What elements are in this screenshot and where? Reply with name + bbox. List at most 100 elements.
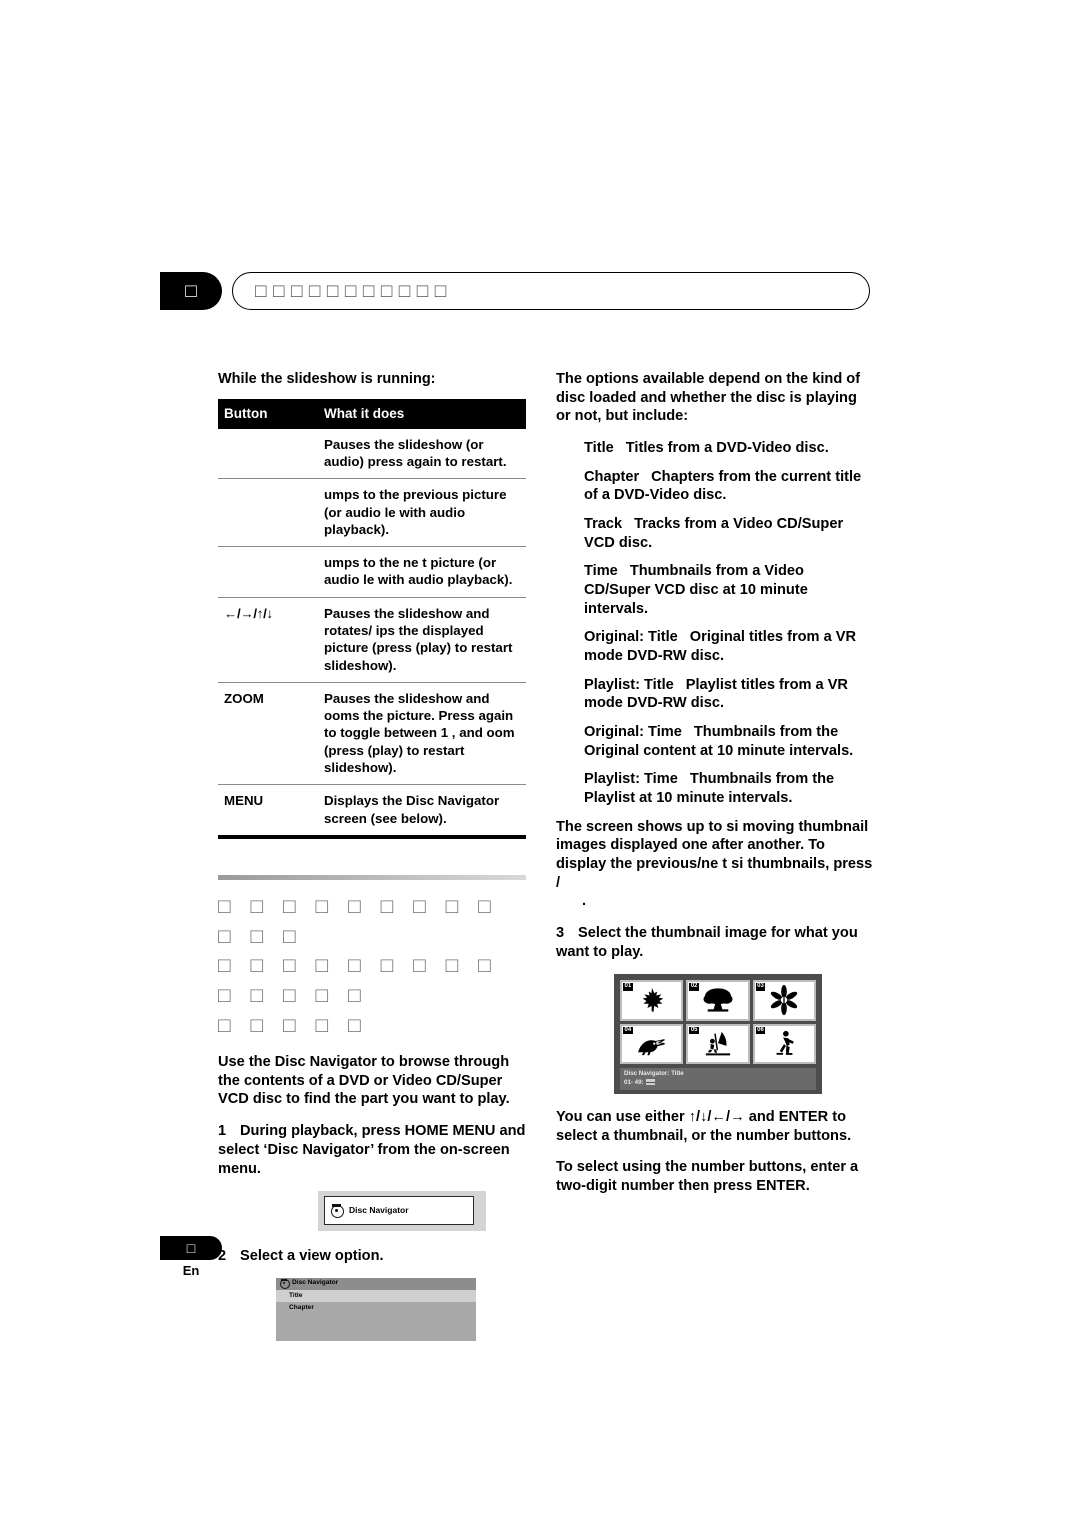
disc-navigator-button-screenshot: Disc Navigator <box>318 1190 486 1231</box>
navigation-hint-2: To select using the number buttons, ente… <box>556 1159 859 1195</box>
heading-line: □ □ □ □ □ □ □ □ □ □ □ □ □ □ <box>218 954 498 1008</box>
navigation-hint-1: You can use either ↑/↓/←/→ and ENTER to … <box>556 1109 852 1144</box>
thumbnail-number: 02 <box>689 983 700 991</box>
disc-navigator-menu-title: Disc Navigator <box>292 1279 339 1287</box>
column-header-what-it-does: What it does <box>318 398 526 429</box>
status-title: Disc Navigator: Title <box>624 1070 684 1078</box>
thumbnail-number: 01 <box>623 983 633 991</box>
option-term: Time <box>584 563 618 580</box>
row-description-cell: umps to the ne t picture (or audio le wi… <box>318 546 526 598</box>
status-range-text: 01- 49: <box>624 1079 644 1087</box>
option-item: Playlist: Time Thumbnails from the Playli… <box>556 770 874 807</box>
option-item: Time Thumbnails from a Video CD/Super VCD… <box>556 562 874 618</box>
windsurfer-icon <box>703 1030 733 1058</box>
table-row: ZOOM Pauses the slideshow and ooms the p… <box>218 681 526 785</box>
header-title-bar: □□□□□□□□□□□ <box>232 272 870 310</box>
options-intro: The options available depend on the kind… <box>556 371 861 425</box>
row-button-cell <box>218 429 318 479</box>
row-description-cell: Pauses the slideshow (or audio) press ag… <box>324 436 507 470</box>
header-title-text: □□□□□□□□□□□ <box>255 280 453 302</box>
thumbnail-number: 03 <box>755 983 766 991</box>
option-item: Track Tracks from a Video CD/Super VCD di… <box>556 515 874 552</box>
row-button-cell <box>218 478 318 547</box>
row-button-cell <box>218 546 318 598</box>
row-description-cell: Displays the Disc Navigator screen (see … <box>318 784 526 835</box>
thumbnail-cell[interactable]: 02 <box>686 980 750 1021</box>
footer-page-tab: □ <box>160 1236 222 1260</box>
screen-description-text: The screen shows up to si moving thumbna… <box>556 818 873 891</box>
option-item: Playlist: Title Playlist titles from a VR… <box>556 676 874 713</box>
thumbnail-cell[interactable]: 01 <box>620 980 684 1021</box>
menu-item-label: Chapter <box>289 1304 314 1312</box>
section-divider <box>218 874 526 880</box>
disc-navigator-button[interactable]: Disc Navigator <box>324 1195 474 1225</box>
option-term: Title <box>584 440 614 457</box>
left-column: While the slideshow is running: Button W… <box>218 370 528 1341</box>
option-term: Chapter <box>584 468 640 485</box>
tree-icon <box>702 986 734 1014</box>
table-row: Pauses the slideshow (or audio) press ag… <box>218 429 526 479</box>
footer-page-glyph: □ <box>186 1240 196 1256</box>
toucan-icon <box>635 1032 669 1056</box>
thumbnail-cell[interactable]: 04 <box>620 1023 684 1065</box>
thumbnail-number: 05 <box>689 1026 700 1035</box>
option-term: Original: Time <box>584 724 682 741</box>
row-description-cell: Pauses the slideshow and ooms the pictur… <box>318 681 526 785</box>
footer-language-label: En <box>182 1263 200 1278</box>
option-term: Playlist: Time <box>584 771 678 788</box>
table-row: MENU Displays the Disc Navigator screen … <box>218 784 526 835</box>
step-1: 1 During playback, press HOME MENU and se… <box>218 1122 528 1179</box>
slideshow-subheading: While the slideshow is running: <box>218 371 436 387</box>
disc-icon <box>331 1203 344 1218</box>
maple-leaf-icon <box>637 985 667 1015</box>
thumbnail-screen-screenshot: 01 02 03 04 05 06 Disc Navigator: Title … <box>614 974 822 1095</box>
button-reference-table: Button What it does Pauses the slideshow… <box>218 398 526 835</box>
right-column: The options available depend on the kind… <box>556 370 874 1209</box>
menu-item-chapter[interactable]: Chapter <box>276 1302 476 1314</box>
step-3-text: Select the thumbnail image for what you … <box>556 925 858 961</box>
thumbnail-number: 04 <box>623 1026 633 1035</box>
heading-line: □ □ □ □ □ □ □ □ □ □ □ □ <box>218 894 498 948</box>
page-footer: □ En <box>160 1236 280 1278</box>
thumbnail-status-bar: Disc Navigator: Title 01- 49: <box>620 1068 816 1091</box>
option-item: Chapter Chapters from the current title o… <box>556 468 874 505</box>
menu-item-title[interactable]: Title <box>276 1289 476 1302</box>
option-item: Original: Time Thumbnails from the Origin… <box>556 723 874 760</box>
column-header-button: Button <box>218 398 318 429</box>
header-tab-glyph: □ <box>185 280 197 302</box>
heading-line: □ □ □ □ □ <box>218 1014 368 1038</box>
option-term: Original: Title <box>584 629 678 646</box>
status-range: 01- 49: <box>624 1079 816 1088</box>
disc-navigator-intro: Use the Disc Navigator to browse through… <box>218 1053 510 1108</box>
disc-navigator-button-label: Disc Navigator <box>349 1205 409 1216</box>
thumbnail-cell[interactable]: 06 <box>752 1023 816 1065</box>
disc-navigator-section-heading: □ □ □ □ □ □ □ □ □ □ □ □ □ □ □ □ □ □ □ □ … <box>218 892 528 1041</box>
thumbnail-cell[interactable]: 03 <box>752 980 816 1021</box>
flower-icon <box>769 985 799 1016</box>
row-description-cell: umps to the previous picture (or audio l… <box>318 478 526 547</box>
skater-icon <box>770 1029 798 1059</box>
step-3-number: 3 <box>556 925 565 942</box>
step-1-number: 1 <box>218 1122 227 1139</box>
table-row: umps to the ne t picture (or audio le wi… <box>218 546 526 598</box>
disc-icon <box>280 1279 290 1290</box>
range-chip-icon <box>645 1079 655 1086</box>
menu-item-label: Title <box>289 1292 303 1300</box>
disc-navigator-menu-titlebar: Disc Navigator <box>276 1277 476 1290</box>
option-term: Track <box>584 516 623 533</box>
header-page-tab: □ <box>160 272 222 310</box>
row-button-cell-menu: MENU <box>218 784 318 835</box>
option-item: Title Titles from a DVD-Video disc. <box>556 439 874 458</box>
row-button-cell-direction-keys: ←/→/↑/↓ <box>218 596 318 683</box>
step-3: 3 Select the thumbnail image for what you… <box>556 924 874 962</box>
row-description-cell: Pauses the slideshow and rotates/ ips th… <box>318 596 526 683</box>
page-header: □ □□□□□□□□□□□ <box>160 272 870 312</box>
screen-description-tail: . <box>582 893 587 910</box>
option-term: Playlist: Title <box>584 676 674 693</box>
option-item: Original: Title Original titles from a VR… <box>556 628 874 665</box>
option-desc: Titles from a DVD-Video disc. <box>625 440 829 457</box>
table-bottom-rule <box>218 834 526 839</box>
thumbnail-cell[interactable]: 05 <box>686 1023 750 1065</box>
table-header-row: Button What it does <box>218 398 526 429</box>
thumbnail-grid: 01 02 03 04 05 06 <box>620 980 816 1065</box>
